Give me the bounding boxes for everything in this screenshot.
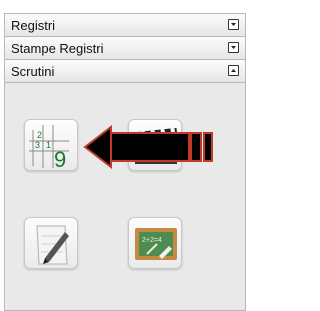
grid-number: 2	[37, 130, 42, 140]
pencil-paper-icon	[36, 225, 69, 265]
scrutini-pencil-tile[interactable]	[24, 217, 78, 269]
scrutini-grid-tile[interactable]: 2 3 1 9	[24, 119, 78, 172]
section-stampe-registri-header[interactable]: Stampe Registri	[5, 37, 245, 60]
triangle-down-icon	[231, 46, 236, 49]
annotation-arrow-icon	[83, 125, 213, 169]
triangle-down-icon	[231, 23, 236, 26]
section-registri-label: Registri	[11, 18, 56, 33]
scrutini-chalkboard-tile[interactable]: 2+2=4	[128, 217, 182, 269]
section-stampe-registri-label: Stampe Registri	[11, 41, 104, 56]
section-scrutini-header[interactable]: Scrutini	[5, 60, 245, 83]
section-registri-header[interactable]: Registri	[5, 14, 245, 37]
grid-nine-icon: 2 3 1 9	[29, 125, 69, 172]
grid-number: 1	[46, 140, 51, 150]
expand-toggle-icon[interactable]	[228, 42, 239, 53]
scrutini-content: 2 3 1 9 2+2=4	[5, 83, 245, 311]
scrutini-accordion-panel: Registri Stampe Registri Scrutini 2 3 1 …	[4, 13, 246, 311]
chalkboard-text: 2+2=4	[142, 237, 162, 244]
grid-number: 3	[35, 140, 40, 150]
grid-number-large: 9	[54, 147, 66, 172]
chalkboard-icon: 2+2=4	[135, 228, 177, 260]
section-scrutini-label: Scrutini	[11, 64, 55, 79]
collapse-toggle-icon[interactable]	[228, 65, 239, 76]
triangle-up-icon	[231, 69, 236, 72]
expand-toggle-icon[interactable]	[228, 19, 239, 30]
